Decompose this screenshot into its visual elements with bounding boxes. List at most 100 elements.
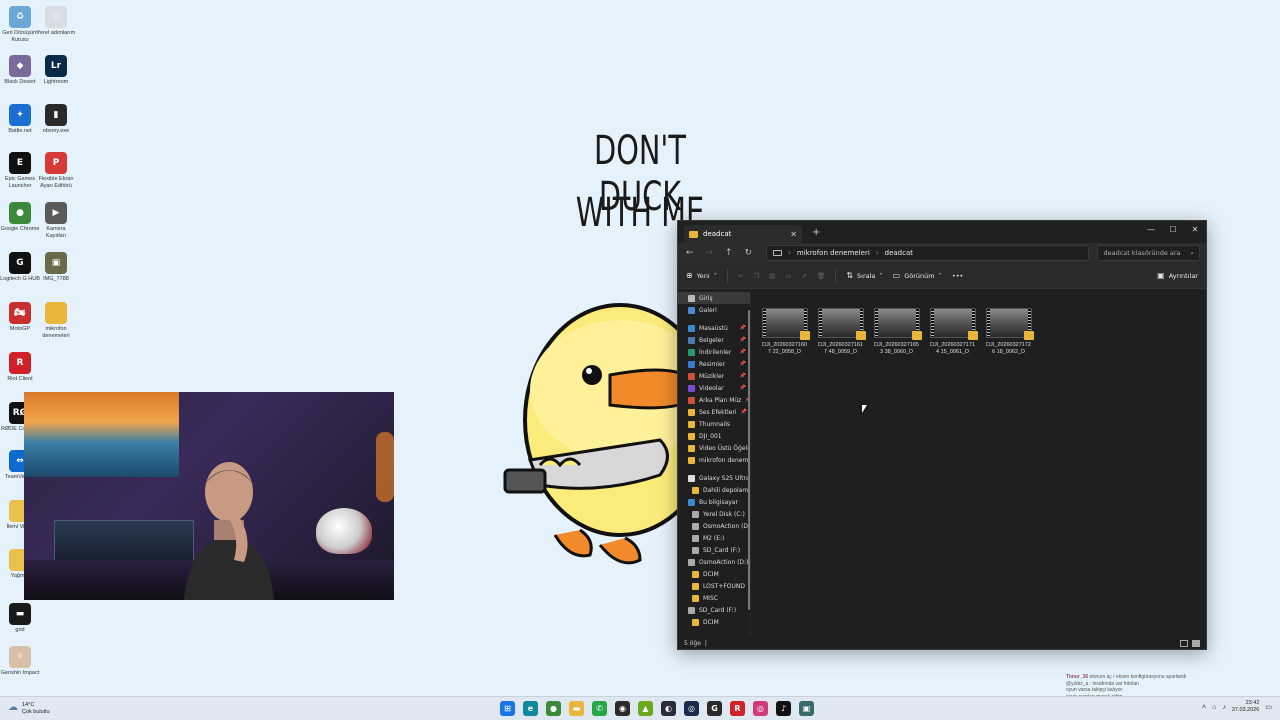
nav-item[interactable]: mikrofon deneme <box>678 454 750 466</box>
nav-item-label: Müzikler <box>699 372 725 380</box>
maximize-button[interactable]: ☐ <box>1162 221 1184 237</box>
desktop-icon[interactable]: ▶ Kamera Kayıtları <box>36 202 76 239</box>
desktop-icon[interactable]: E Epic Games Launcher <box>0 152 40 189</box>
desktop-icon[interactable]: 🏍 MotoGP <box>0 302 40 333</box>
motogp-icon: 🏍 <box>9 302 31 324</box>
edge-icon[interactable]: e <box>523 701 538 716</box>
desktop-icon[interactable]: ▫ Yerel adımlarım <box>36 6 76 37</box>
view-button[interactable]: ▭ Görünüm ˅ <box>893 271 942 280</box>
up-arrow-icon[interactable]: ↑ <box>723 248 735 258</box>
desktop-icon[interactable]: mikrofon denemeleri <box>36 302 76 339</box>
breadcrumb[interactable]: › mikrofon denemeleri › deadcat <box>766 245 1090 261</box>
nav-item[interactable]: Resimler 📌 <box>678 358 750 370</box>
new-button[interactable]: ⊕ Yeni ˅ <box>686 271 717 280</box>
share-icon[interactable]: ⇗ <box>802 272 807 280</box>
desktop-icon[interactable]: ▣ IMG_7788 <box>36 252 76 283</box>
discord-icon[interactable]: ◐ <box>661 701 676 716</box>
gog-icon[interactable]: G <box>707 701 722 716</box>
nav-item[interactable]: OsmoAction (D: <box>678 520 750 532</box>
windows-start-icon[interactable]: ⊞ <box>500 701 515 716</box>
nav-item[interactable]: Masaüstü 📌 <box>678 322 750 334</box>
nav-item[interactable]: M2 (E:) <box>678 532 750 544</box>
forward-arrow-icon[interactable]: → <box>704 248 716 258</box>
notification-icon[interactable]: ▭ <box>1265 703 1272 711</box>
nav-item[interactable]: Giriş <box>678 292 750 304</box>
obs-icon[interactable]: ◉ <box>615 701 630 716</box>
breadcrumb-item-deadcat[interactable]: deadcat <box>885 249 913 257</box>
desktop-icon[interactable]: ✦ Battle.net <box>0 104 40 135</box>
nav-item[interactable]: Yerel Disk (C:) <box>678 508 750 520</box>
video-file-item[interactable]: DJI_202603271653 38_0060_D <box>873 308 922 355</box>
thumbnail-view-icon[interactable] <box>1192 639 1200 647</box>
nav-item[interactable]: Video Üstü Öğele <box>678 442 750 454</box>
new-tab-button[interactable]: + <box>812 227 820 238</box>
close-button[interactable]: ✕ <box>1184 221 1206 237</box>
nav-item[interactable]: DCIM <box>678 568 750 580</box>
nav-item[interactable]: Bu bilgisayar <box>678 496 750 508</box>
details-pane-icon: ▣ <box>1157 271 1165 280</box>
minimize-button[interactable]: — <box>1140 221 1162 237</box>
tab-close-icon[interactable]: ✕ <box>790 230 797 239</box>
nav-item[interactable]: OsmoAction (D:) <box>678 556 750 568</box>
details-button[interactable]: ▣ Ayrıntılar <box>1157 271 1198 280</box>
video-file-item[interactable]: DJI_202603271714 15_0061_D <box>929 308 978 355</box>
copy-icon[interactable]: ❐ <box>753 272 759 280</box>
desktop-icon[interactable]: P Flexible Ekran Ayarı Editörü <box>36 152 76 189</box>
nav-item[interactable]: MISC <box>678 592 750 604</box>
volume-icon[interactable]: ♪ <box>1222 704 1226 711</box>
desktop-icon[interactable]: ◆ Black Desert <box>0 55 40 86</box>
nav-item[interactable]: Müzikler 📌 <box>678 370 750 382</box>
weather-widget[interactable]: ☁ 14°C Çok bulutlu <box>8 702 50 715</box>
desktop-icon[interactable]: G Logitech G HUB <box>0 252 40 283</box>
nav-item[interactable]: DJI_001 <box>678 430 750 442</box>
rename-icon[interactable]: ▭ <box>785 272 791 280</box>
instagram-icon[interactable]: ◎ <box>753 701 768 716</box>
nav-item[interactable]: SD_Card (F:) <box>678 604 750 616</box>
nav-item[interactable]: İndirilenler 📌 <box>678 346 750 358</box>
desktop-icon[interactable]: ▬ gnd <box>0 603 40 634</box>
nav-item[interactable]: Arka Plan Müz📌 <box>678 394 750 406</box>
paste-icon[interactable]: ▤ <box>769 272 775 280</box>
nav-item[interactable]: Galaxy S25 Ultra <box>678 472 750 484</box>
monitor-icon[interactable]: ▣ <box>799 701 814 716</box>
back-arrow-icon[interactable]: ← <box>684 248 696 258</box>
nav-item[interactable]: Thumnails <box>678 418 750 430</box>
chrome-icon[interactable]: ● <box>546 701 561 716</box>
nav-item[interactable]: LOST+FOUND <box>678 580 750 592</box>
refresh-icon[interactable]: ↻ <box>743 248 755 258</box>
video-file-item[interactable]: DJI_202603271617 48_0059_D <box>817 308 866 355</box>
search-input[interactable]: deadcat klasöründe ara ⌕ <box>1097 245 1200 261</box>
video-file-item[interactable]: DJI_202603271726 18_0062_D <box>985 308 1034 355</box>
desktop-icon[interactable]: ♻ Geri Dönüşüm Kutusu <box>0 6 40 43</box>
video-file-item[interactable]: DJI_202603271607 22_0058_D <box>761 308 810 355</box>
desktop-icon[interactable]: R Riot Client <box>0 352 40 383</box>
delete-icon[interactable]: 🗑 <box>817 272 825 280</box>
nav-item[interactable]: Ses Efektleri 📌 <box>678 406 750 418</box>
nav-item[interactable]: DCIM <box>678 616 750 628</box>
network-icon[interactable]: ⌂ <box>1212 704 1216 711</box>
tab-deadcat[interactable]: deadcat ✕ <box>684 225 802 243</box>
nav-item[interactable]: Dahili depolama <box>678 484 750 496</box>
sort-label: Sırala <box>857 271 876 280</box>
details-view-icon[interactable] <box>1180 639 1188 647</box>
desktop-icon[interactable]: ▮ obsmy.exe <box>36 104 76 135</box>
desktop-icon[interactable]: ● Google Chrome <box>0 202 40 233</box>
cut-icon[interactable]: ✂ <box>738 272 743 280</box>
clock[interactable]: 23:42 27.03.2026 <box>1232 700 1260 714</box>
tiktok-icon[interactable]: ♪ <box>776 701 791 716</box>
breadcrumb-item-mikrofon-denemeleri[interactable]: mikrofon denemeleri <box>797 249 870 257</box>
desktop-icon[interactable]: ✧ Genshin Impact <box>0 646 40 677</box>
file-explorer-icon[interactable]: ▬ <box>569 701 584 716</box>
nvidia-icon[interactable]: ▲ <box>638 701 653 716</box>
more-options-button[interactable]: ••• <box>952 272 964 280</box>
sort-button[interactable]: ⇅ Sırala ˅ <box>846 271 882 280</box>
chevron-up-icon[interactable]: ˄ <box>1202 704 1206 711</box>
riot-icon[interactable]: R <box>730 701 745 716</box>
desktop-icon[interactable]: Lr Lightroom <box>36 55 76 86</box>
whatsapp-icon[interactable]: ✆ <box>592 701 607 716</box>
nav-item[interactable]: Belgeler 📌 <box>678 334 750 346</box>
nav-item[interactable]: Videolar 📌 <box>678 382 750 394</box>
steam-icon[interactable]: ◎ <box>684 701 699 716</box>
nav-item[interactable]: SD_Card (F:) <box>678 544 750 556</box>
nav-item[interactable]: Galeri <box>678 304 750 316</box>
